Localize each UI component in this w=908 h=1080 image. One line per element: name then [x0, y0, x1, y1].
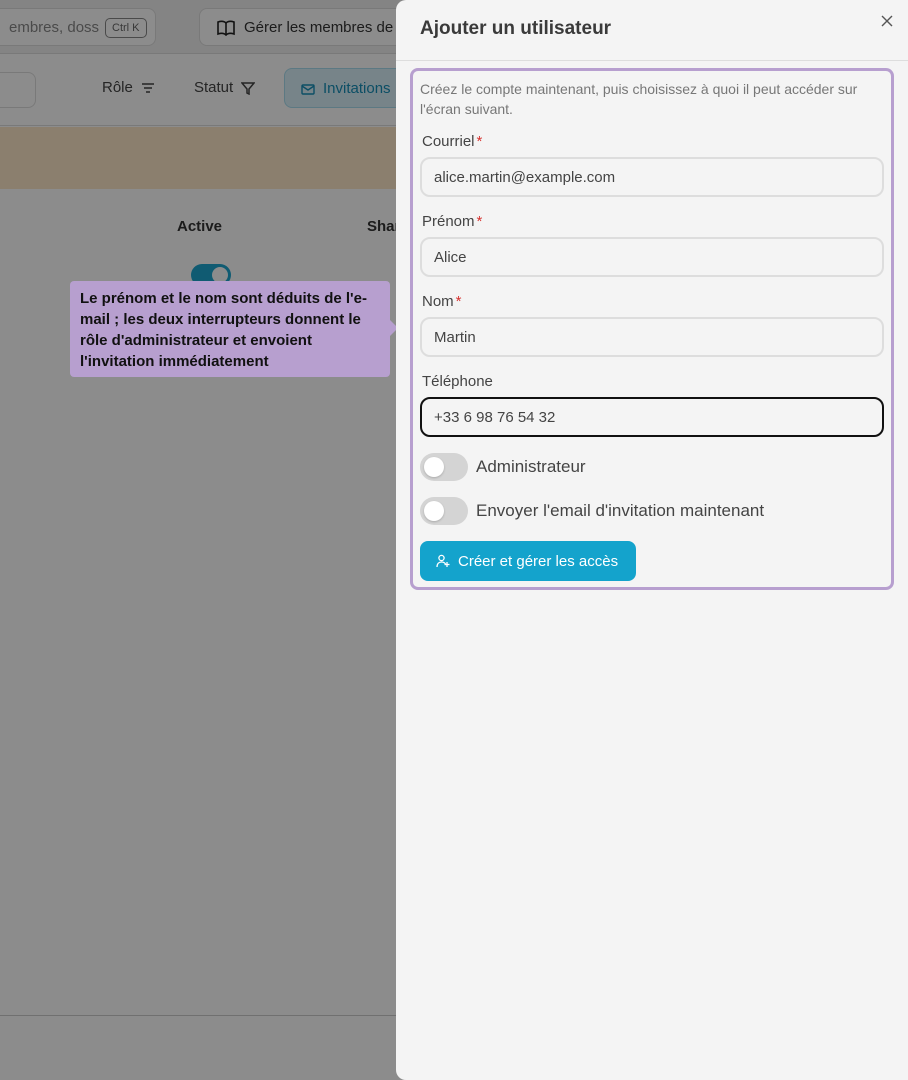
first-name-label: Prénom *	[422, 213, 482, 230]
admin-toggle[interactable]	[420, 453, 468, 481]
panel-header: Ajouter un utilisateur	[396, 0, 908, 61]
phone-label: Téléphone	[422, 373, 493, 390]
close-icon	[881, 15, 893, 27]
email-field[interactable]	[420, 157, 884, 197]
last-name-label-text: Nom	[422, 293, 454, 310]
required-mark: *	[476, 133, 483, 150]
add-user-panel: Ajouter un utilisateur Créez le compte m…	[396, 0, 908, 1080]
send-invite-toggle-row: Envoyer l'email d'invitation maintenant	[420, 497, 764, 525]
tooltip-text: Le prénom et le nom sont déduits de l'e-…	[80, 290, 367, 370]
required-mark: *	[455, 293, 462, 310]
last-name-field[interactable]	[420, 317, 884, 357]
create-and-manage-access-button[interactable]: Créer et gérer les accès	[420, 541, 636, 581]
add-user-icon	[436, 554, 450, 568]
panel-title: Ajouter un utilisateur	[420, 18, 612, 39]
create-button-label: Créer et gérer les accès	[458, 552, 619, 570]
annotation-tooltip: Le prénom et le nom sont déduits de l'e-…	[70, 281, 398, 377]
admin-toggle-row: Administrateur	[420, 453, 586, 481]
send-invite-toggle[interactable]	[420, 497, 468, 525]
email-label-text: Courriel	[422, 133, 475, 150]
required-mark: *	[476, 213, 483, 230]
phone-field[interactable]	[420, 397, 884, 437]
add-user-form: Créez le compte maintenant, puis choisis…	[410, 68, 894, 590]
admin-toggle-label: Administrateur	[476, 457, 586, 476]
send-invite-toggle-label: Envoyer l'email d'invitation maintenant	[476, 501, 765, 520]
first-name-label-text: Prénom	[422, 213, 475, 230]
email-label: Courriel *	[422, 133, 482, 150]
first-name-field[interactable]	[420, 237, 884, 277]
last-name-label: Nom *	[422, 293, 462, 310]
form-intro: Créez le compte maintenant, puis choisis…	[420, 81, 858, 117]
close-button[interactable]	[876, 10, 898, 32]
